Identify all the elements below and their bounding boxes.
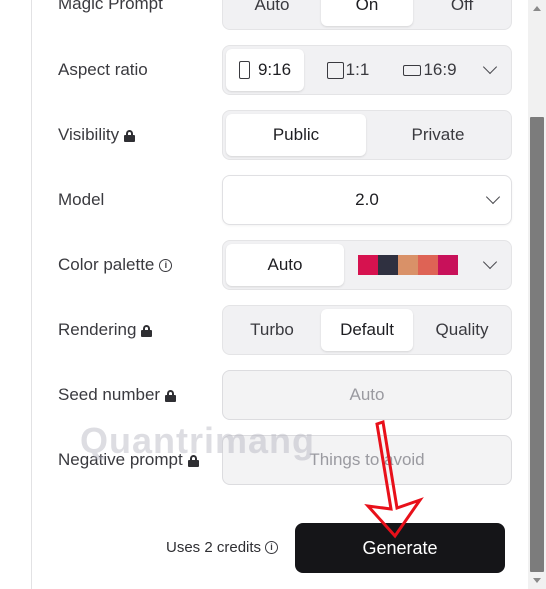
palette-swatches[interactable]: [358, 255, 458, 275]
rendering-default[interactable]: Default: [321, 309, 413, 351]
rendering-label-text: Rendering: [58, 320, 137, 339]
palette-swatch: [398, 255, 418, 275]
color-palette-dropdown[interactable]: [473, 244, 509, 286]
rendering-quality[interactable]: Quality: [416, 309, 508, 351]
negative-prompt-placeholder: Things to avoid: [309, 450, 425, 469]
aspect-ratio-9-16[interactable]: 9:16: [226, 49, 304, 91]
visibility-label-text: Visibility: [58, 125, 120, 144]
square-icon: [326, 61, 344, 79]
magic-prompt-label: Magic Prompt: [58, 0, 163, 16]
model-label: Model: [58, 188, 104, 212]
aspect-ratio-9-16-label: 9:16: [257, 60, 292, 79]
scroll-up-arrow-icon[interactable]: [528, 0, 546, 16]
aspect-ratio-label: Aspect ratio: [58, 58, 148, 82]
magic-prompt-auto-label: Auto: [254, 0, 290, 14]
visibility-public[interactable]: Public: [226, 114, 366, 156]
aspect-ratio-label-text: Aspect ratio: [58, 60, 148, 79]
magic-prompt-off-label: Off: [450, 0, 474, 14]
info-icon[interactable]: i: [159, 258, 173, 272]
model-label-text: Model: [58, 190, 105, 209]
lock-icon: [124, 129, 136, 142]
scroll-thumb[interactable]: [530, 117, 544, 572]
visibility-label: Visibility: [58, 123, 136, 147]
chevron-down-icon: [482, 59, 498, 75]
seed-number-label: Seed number: [58, 383, 177, 407]
visibility-public-label: Public: [272, 125, 320, 144]
rendering-turbo[interactable]: Turbo: [226, 309, 318, 351]
rendering-default-label: Default: [340, 320, 394, 339]
magic-prompt-segmented: Auto On Off: [222, 0, 512, 30]
magic-prompt-label-text: Magic Prompt: [58, 0, 163, 13]
aspect-ratio-dropdown[interactable]: [473, 49, 509, 91]
rendering-turbo-label: Turbo: [250, 320, 294, 339]
credits-text: Uses 2 credits: [166, 539, 262, 556]
palette-swatch: [438, 255, 458, 275]
seed-number-label-text: Seed number: [58, 385, 161, 404]
palette-swatch: [378, 255, 398, 275]
color-palette-label-text: Color palette: [58, 255, 155, 274]
lock-icon: [141, 324, 153, 337]
color-palette-auto[interactable]: Auto: [226, 244, 344, 286]
palette-swatch: [358, 255, 378, 275]
rendering-label: Rendering: [58, 318, 153, 342]
aspect-ratio-16-9-label: 16:9: [423, 60, 457, 79]
watermark-logo: Quantrimang: [80, 420, 315, 462]
seed-number-placeholder: Auto: [349, 385, 385, 404]
aspect-ratio-selector: 9:16 1:1 16:9: [222, 45, 512, 95]
aspect-ratio-1-1[interactable]: 1:1: [323, 49, 373, 91]
generate-button-label: Generate: [362, 537, 438, 558]
watermark-text: Quantrimang: [80, 420, 316, 461]
visibility-toggle: Public Private: [222, 110, 512, 160]
magic-prompt-off[interactable]: Off: [416, 0, 508, 26]
aspect-ratio-1-1-label: 1:1: [345, 60, 370, 79]
panel-left-border: [31, 0, 32, 589]
color-palette-label: Color palette i: [58, 253, 173, 277]
seed-number-input[interactable]: Auto: [222, 370, 512, 420]
rendering-quality-label: Quality: [435, 320, 489, 339]
info-icon[interactable]: i: [265, 541, 279, 554]
magic-prompt-auto[interactable]: Auto: [226, 0, 318, 26]
model-value: 2.0: [355, 190, 379, 209]
color-palette-auto-label: Auto: [267, 255, 303, 274]
scroll-down-arrow-icon[interactable]: [528, 573, 546, 589]
credits-info: Uses 2 credits i: [166, 539, 279, 556]
vertical-scrollbar[interactable]: [528, 0, 546, 589]
generate-button[interactable]: Generate: [295, 523, 505, 573]
portrait-icon: [238, 61, 250, 79]
aspect-ratio-16-9[interactable]: 16:9: [399, 49, 461, 91]
visibility-private[interactable]: Private: [368, 114, 508, 156]
magic-prompt-on-label: On: [355, 0, 379, 14]
chevron-down-icon: [482, 254, 498, 270]
magic-prompt-on[interactable]: On: [321, 0, 413, 26]
lock-icon: [165, 389, 177, 402]
rendering-segmented: Turbo Default Quality: [222, 305, 512, 355]
visibility-private-label: Private: [411, 125, 465, 144]
model-select[interactable]: 2.0: [222, 175, 512, 225]
landscape-icon: [403, 64, 422, 76]
palette-swatch: [418, 255, 438, 275]
